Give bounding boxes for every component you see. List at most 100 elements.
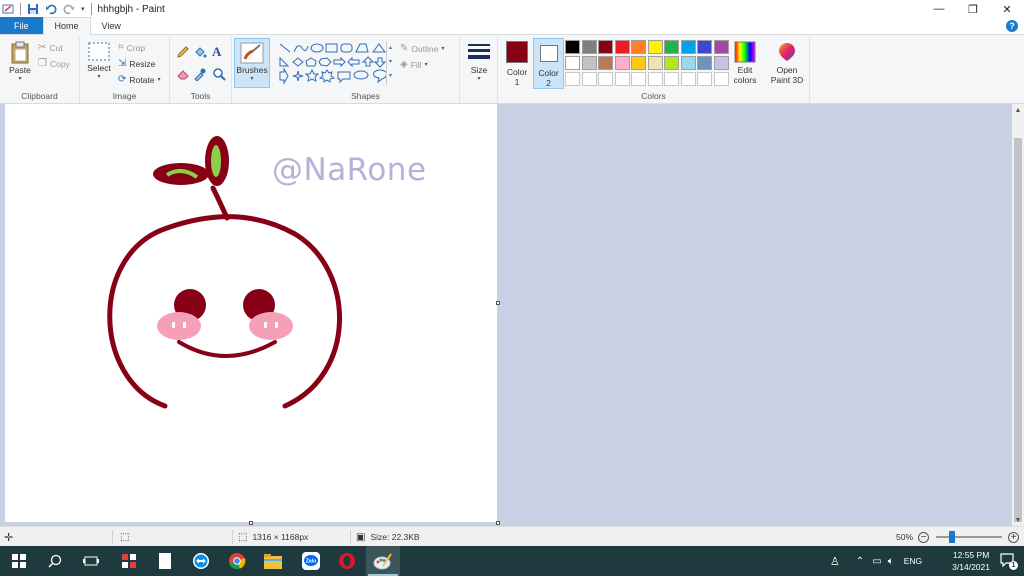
palette-swatch[interactable] bbox=[697, 40, 712, 54]
magnifier-icon[interactable] bbox=[212, 67, 226, 81]
battery-icon[interactable]: ▭ bbox=[872, 556, 881, 567]
taskbar-chrome[interactable] bbox=[220, 546, 254, 576]
custom-color-slot[interactable] bbox=[631, 72, 646, 86]
palette-swatch[interactable] bbox=[565, 40, 580, 54]
palette-swatch[interactable] bbox=[647, 56, 663, 70]
palette-swatch[interactable] bbox=[581, 56, 597, 70]
crop-button[interactable]: ⌗ Crop bbox=[118, 42, 145, 53]
palette-swatch[interactable] bbox=[664, 56, 679, 70]
palette-swatch[interactable] bbox=[631, 40, 646, 54]
open-paint3d-button[interactable]: Open Paint 3D bbox=[766, 41, 808, 85]
tab-file[interactable]: File bbox=[0, 17, 43, 34]
fill-bucket-icon[interactable] bbox=[193, 45, 207, 59]
palette-swatch[interactable] bbox=[598, 56, 613, 70]
scroll-down-icon[interactable]: ▼ bbox=[1012, 514, 1024, 526]
brushes-button[interactable]: Brushes ▾ bbox=[234, 38, 270, 88]
text-tool-icon[interactable]: A bbox=[212, 44, 221, 60]
paste-dropdown-icon[interactable]: ▾ bbox=[18, 75, 21, 82]
custom-color-slot[interactable] bbox=[664, 72, 679, 86]
palette-swatch[interactable] bbox=[664, 40, 679, 54]
search-button[interactable] bbox=[38, 546, 72, 576]
input-language[interactable]: ENG bbox=[904, 556, 922, 566]
custom-color-slot[interactable] bbox=[581, 72, 597, 86]
drawing-canvas[interactable]: @NaRone bbox=[5, 104, 497, 522]
restore-button[interactable]: ❐ bbox=[956, 0, 990, 18]
palette-swatch[interactable] bbox=[713, 56, 729, 70]
paste-button[interactable]: Paste ▾ bbox=[6, 41, 34, 82]
paint3d-group: Open Paint 3D bbox=[764, 37, 810, 103]
resize-handle-corner[interactable] bbox=[496, 521, 500, 525]
custom-color-slot[interactable] bbox=[647, 72, 663, 86]
select-dropdown-icon[interactable]: ▾ bbox=[97, 73, 100, 80]
taskbar-file-explorer[interactable] bbox=[256, 546, 290, 576]
shapes-gallery[interactable] bbox=[278, 41, 390, 85]
redo-icon[interactable] bbox=[63, 3, 75, 15]
action-center-button[interactable]: 1 bbox=[1000, 553, 1018, 570]
palette-swatch[interactable] bbox=[614, 56, 630, 70]
zoom-out-button[interactable]: − bbox=[918, 527, 929, 547]
color2-button[interactable]: Color 2 bbox=[533, 38, 564, 89]
outline-button[interactable]: ✎ Outline ▾ bbox=[400, 43, 444, 54]
palette-swatch[interactable] bbox=[565, 56, 580, 70]
eraser-icon[interactable] bbox=[176, 67, 190, 81]
zoom-in-button[interactable]: + bbox=[1008, 527, 1019, 547]
palette-swatch[interactable] bbox=[647, 40, 663, 54]
custom-color-slot[interactable] bbox=[713, 72, 729, 86]
close-button[interactable]: ✕ bbox=[990, 0, 1024, 18]
palette-swatch[interactable] bbox=[631, 56, 646, 70]
fill-button[interactable]: ◈ Fill ▾ bbox=[400, 59, 428, 70]
pencil-icon[interactable] bbox=[176, 45, 190, 59]
resize-handle-right[interactable] bbox=[496, 301, 500, 305]
canvas-workspace[interactable]: @NaRone bbox=[0, 104, 1012, 526]
vertical-scrollbar[interactable]: ▲ ▼ bbox=[1012, 104, 1024, 526]
resize-button[interactable]: ⇲ Resize bbox=[118, 58, 155, 69]
color1-button[interactable]: Color 1 bbox=[502, 41, 532, 87]
task-view-button[interactable] bbox=[74, 546, 108, 576]
palette-swatch[interactable] bbox=[614, 40, 630, 54]
custom-color-slot[interactable] bbox=[614, 72, 630, 86]
palette-swatch[interactable] bbox=[680, 40, 696, 54]
custom-color-slot[interactable] bbox=[697, 72, 712, 86]
select-button[interactable]: Select ▾ bbox=[84, 41, 114, 80]
edit-colors-button[interactable]: Edit colors bbox=[730, 41, 760, 85]
undo-icon[interactable] bbox=[45, 3, 57, 15]
zoom-slider[interactable] bbox=[936, 531, 1002, 543]
palette-swatch[interactable] bbox=[697, 56, 712, 70]
palette-swatch[interactable] bbox=[680, 56, 696, 70]
disk-icon: ▣ bbox=[356, 531, 366, 543]
custom-color-slot[interactable] bbox=[565, 72, 580, 86]
taskbar-teamviewer[interactable] bbox=[184, 546, 218, 576]
custom-color-slot[interactable] bbox=[680, 72, 696, 86]
tab-home[interactable]: Home bbox=[42, 17, 91, 35]
people-icon[interactable]: ♙ bbox=[830, 555, 840, 568]
shapes-scrollbar[interactable]: ▴ ▾ ▾ bbox=[386, 41, 394, 85]
copy-button[interactable]: ❐ Copy bbox=[38, 58, 70, 69]
resize-handle-bottom[interactable] bbox=[249, 521, 253, 525]
scroll-thumb[interactable] bbox=[1014, 138, 1022, 522]
size-button[interactable]: Size ▾ bbox=[464, 41, 494, 82]
taskbar-paint[interactable] bbox=[366, 546, 400, 576]
color-picker-icon[interactable] bbox=[193, 67, 207, 81]
volume-icon[interactable]: 🔈︎ bbox=[888, 556, 894, 567]
palette-swatch[interactable] bbox=[713, 40, 729, 54]
minimize-button[interactable]: — bbox=[922, 0, 956, 18]
cut-button[interactable]: ✂ Cut bbox=[38, 42, 63, 53]
custom-color-slot[interactable] bbox=[598, 72, 613, 86]
save-icon[interactable] bbox=[27, 3, 39, 15]
rotate-button[interactable]: ⟳ Rotate ▾ bbox=[118, 74, 160, 85]
start-button[interactable] bbox=[2, 546, 36, 576]
palette-swatch[interactable] bbox=[581, 40, 597, 54]
taskbar-app-grid[interactable] bbox=[112, 546, 146, 576]
taskbar-clock[interactable]: 12:55 PM 3/14/2021 bbox=[952, 549, 990, 573]
scroll-up-icon[interactable]: ▲ bbox=[1012, 104, 1024, 116]
palette-swatch[interactable] bbox=[598, 40, 613, 54]
zoom-slider-thumb[interactable] bbox=[948, 531, 955, 543]
taskbar-opera[interactable] bbox=[330, 546, 364, 576]
tab-view[interactable]: View bbox=[91, 17, 132, 34]
taskbar-file-app[interactable] bbox=[148, 546, 182, 576]
show-hidden-icons-icon[interactable]: ⌃ bbox=[856, 556, 864, 567]
customize-qat-icon[interactable]: ▾ bbox=[81, 5, 85, 13]
taskbar-zalo[interactable]: Zalo bbox=[294, 546, 328, 576]
select-rectangle-icon bbox=[88, 42, 110, 61]
help-icon[interactable]: ? bbox=[1006, 20, 1018, 32]
